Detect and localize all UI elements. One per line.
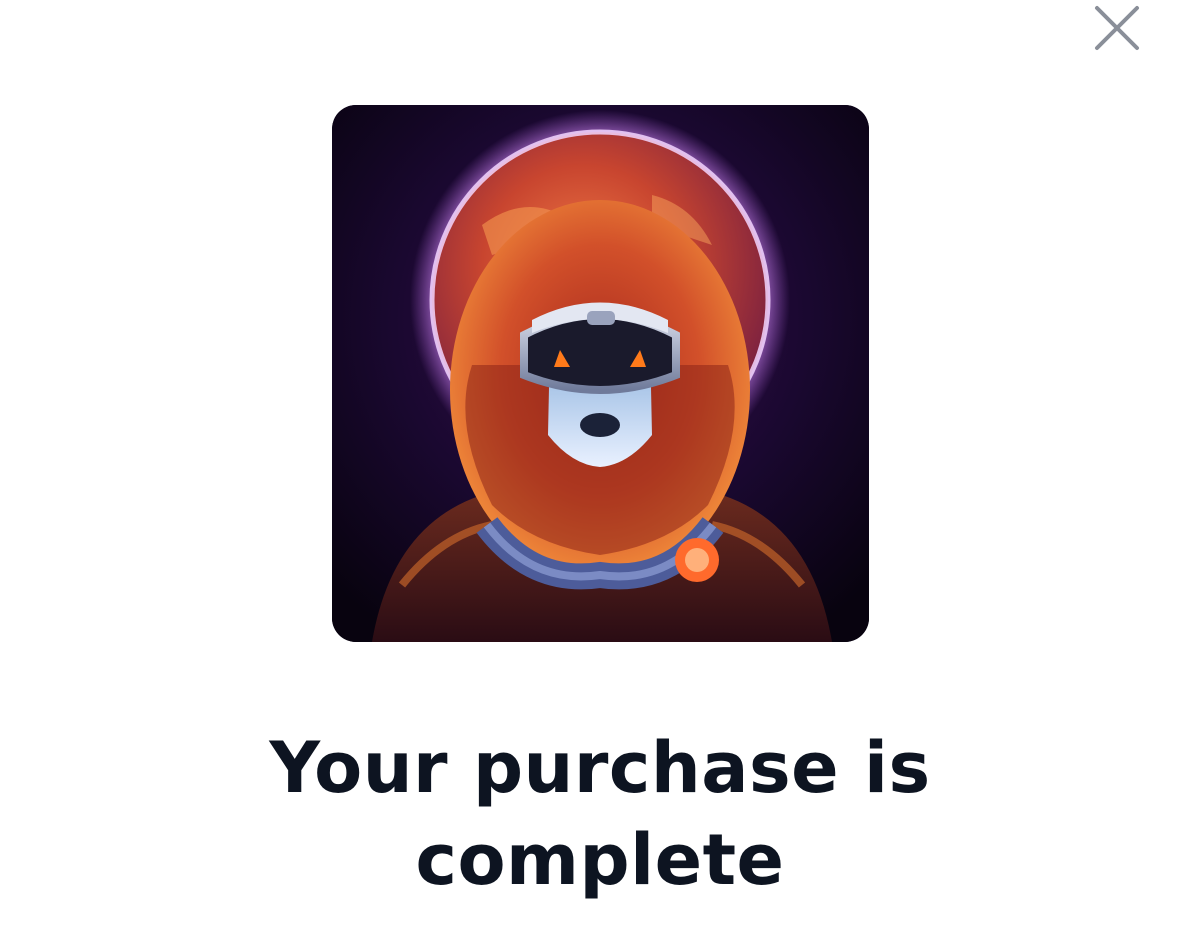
purchase-complete-heading: Your purchase is complete: [269, 727, 931, 901]
close-icon: [1095, 6, 1139, 50]
nft-artwork-image: [332, 105, 869, 642]
lion-astronaut-illustration: [332, 105, 869, 642]
purchase-complete-dialog: Your purchase is complete: [0, 0, 1200, 939]
close-button[interactable]: [1093, 4, 1141, 52]
